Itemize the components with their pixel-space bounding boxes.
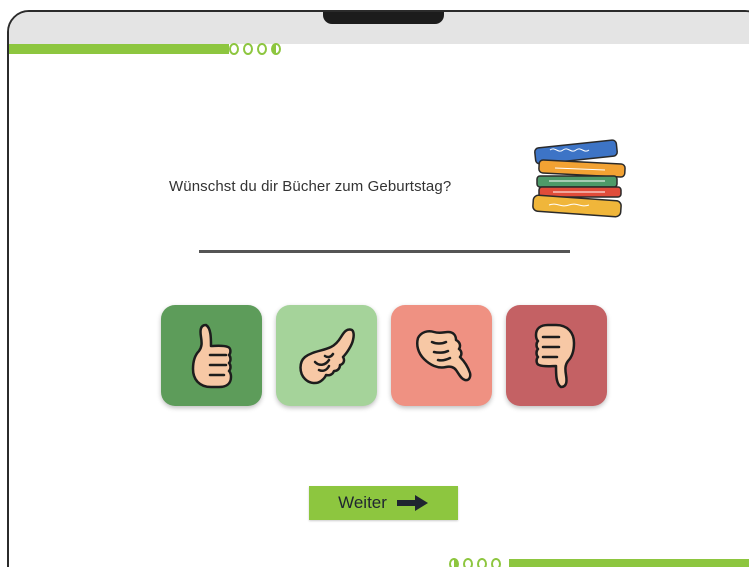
rating-slightly-up[interactable] [276,305,377,406]
progress-dot [477,558,487,567]
device-frame: Wünschst du dir Bücher zum Geburtstag? W… [7,10,749,567]
thumbs-up-icon [191,323,232,388]
thumb-tilted-down-icon [415,329,471,381]
arrow-right-icon [396,495,428,511]
progress-dot [257,43,267,55]
question-text: Wünschst du dir Bücher zum Geburtstag? [169,178,452,195]
progress-dots-bottom [449,558,501,567]
progress-dots-top [229,43,281,55]
thumbs-down-icon [534,323,575,388]
progress-dot [491,558,501,567]
rating-options [161,305,607,406]
progress-indicator-top [9,43,309,55]
progress-bar-top [9,44,229,54]
next-button[interactable]: Weiter [309,486,458,520]
camera-notch [323,12,444,24]
books-icon [532,139,626,218]
progress-dot-active [449,558,459,567]
rating-thumbs-down[interactable] [506,305,607,406]
progress-dot [463,558,473,567]
progress-dot [243,43,253,55]
progress-bar-bottom [509,559,749,567]
progress-indicator-bottom [449,558,749,567]
rating-thumbs-up[interactable] [161,305,262,406]
progress-dot [229,43,239,55]
thumb-tilted-up-icon [298,327,355,384]
progress-dot-active [271,43,281,55]
rating-slightly-down[interactable] [391,305,492,406]
answer-line [199,250,570,253]
next-button-label: Weiter [338,493,387,512]
